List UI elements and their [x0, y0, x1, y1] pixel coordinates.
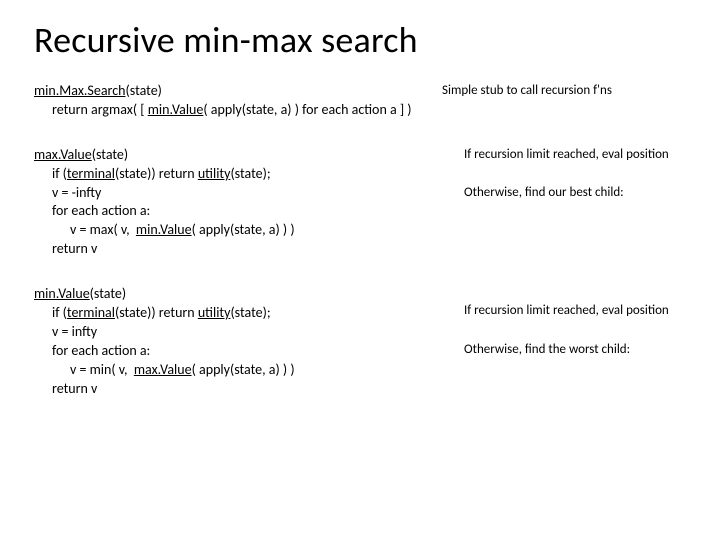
call-utility: utility	[198, 304, 231, 321]
call-minvalue: min.Value	[136, 221, 192, 238]
line-update: v = min( v, max.Value( apply(state, a) )…	[34, 361, 696, 380]
call-utility: utility	[198, 165, 231, 182]
annotation-recursion-limit: If recursion limit reached, eval positio…	[464, 302, 720, 320]
text: if (	[52, 165, 67, 182]
call-terminal: terminal	[67, 165, 115, 182]
code-block-minvalue: If recursion limit reached, eval positio…	[34, 285, 696, 398]
annotation-best-child: Otherwise, find our best child:	[464, 184, 720, 202]
text: if (	[52, 304, 67, 321]
annotation-recursion-limit: If recursion limit reached, eval positio…	[464, 146, 720, 164]
line-if-terminal: if (terminal(state)) return utility(stat…	[34, 165, 696, 184]
fn-arg: (state)	[92, 146, 128, 163]
code-block-maxvalue: If recursion limit reached, eval positio…	[34, 146, 696, 259]
text: ( apply(state, a) ) )	[192, 361, 295, 378]
text: (state);	[230, 165, 270, 182]
text: return argmax( [	[52, 101, 148, 118]
line-return: return v	[34, 240, 696, 259]
fn-body-line: return argmax( [ min.Value( apply(state,…	[34, 101, 696, 120]
fn-arg: (state)	[90, 285, 126, 302]
text: (state)) return	[115, 304, 198, 321]
text: (state);	[230, 304, 270, 321]
line-return: return v	[34, 380, 696, 399]
call-terminal: terminal	[67, 304, 115, 321]
text: v = max( v,	[70, 221, 136, 238]
text: ( apply(state, a) ) )	[192, 221, 295, 238]
page-title: Recursive min-max search	[34, 18, 696, 62]
fn-name: max.Value	[34, 146, 92, 163]
text: ( apply(state, a) ) for each action a ] …	[203, 101, 411, 118]
slide: Recursive min-max search Simple stub to …	[0, 0, 720, 540]
line-update: v = max( v, min.Value( apply(state, a) )…	[34, 221, 696, 240]
fn-name: min.Max.Search	[34, 82, 126, 99]
annotation-stub: Simple stub to call recursion f'ns	[442, 82, 672, 100]
call-minvalue: min.Value	[148, 101, 204, 118]
line-for: for each action a:	[34, 202, 696, 221]
text: (state)) return	[115, 165, 198, 182]
line-vinit: v = infty	[34, 323, 696, 342]
fn-arg: (state)	[126, 82, 162, 99]
annotation-worst-child: Otherwise, find the worst child:	[464, 341, 720, 359]
text: v = min( v,	[70, 361, 134, 378]
call-maxvalue: max.Value	[134, 361, 192, 378]
code-block-minmaxsearch: Simple stub to call recursion f'ns min.M…	[34, 82, 696, 120]
fn-name: min.Value	[34, 285, 90, 302]
